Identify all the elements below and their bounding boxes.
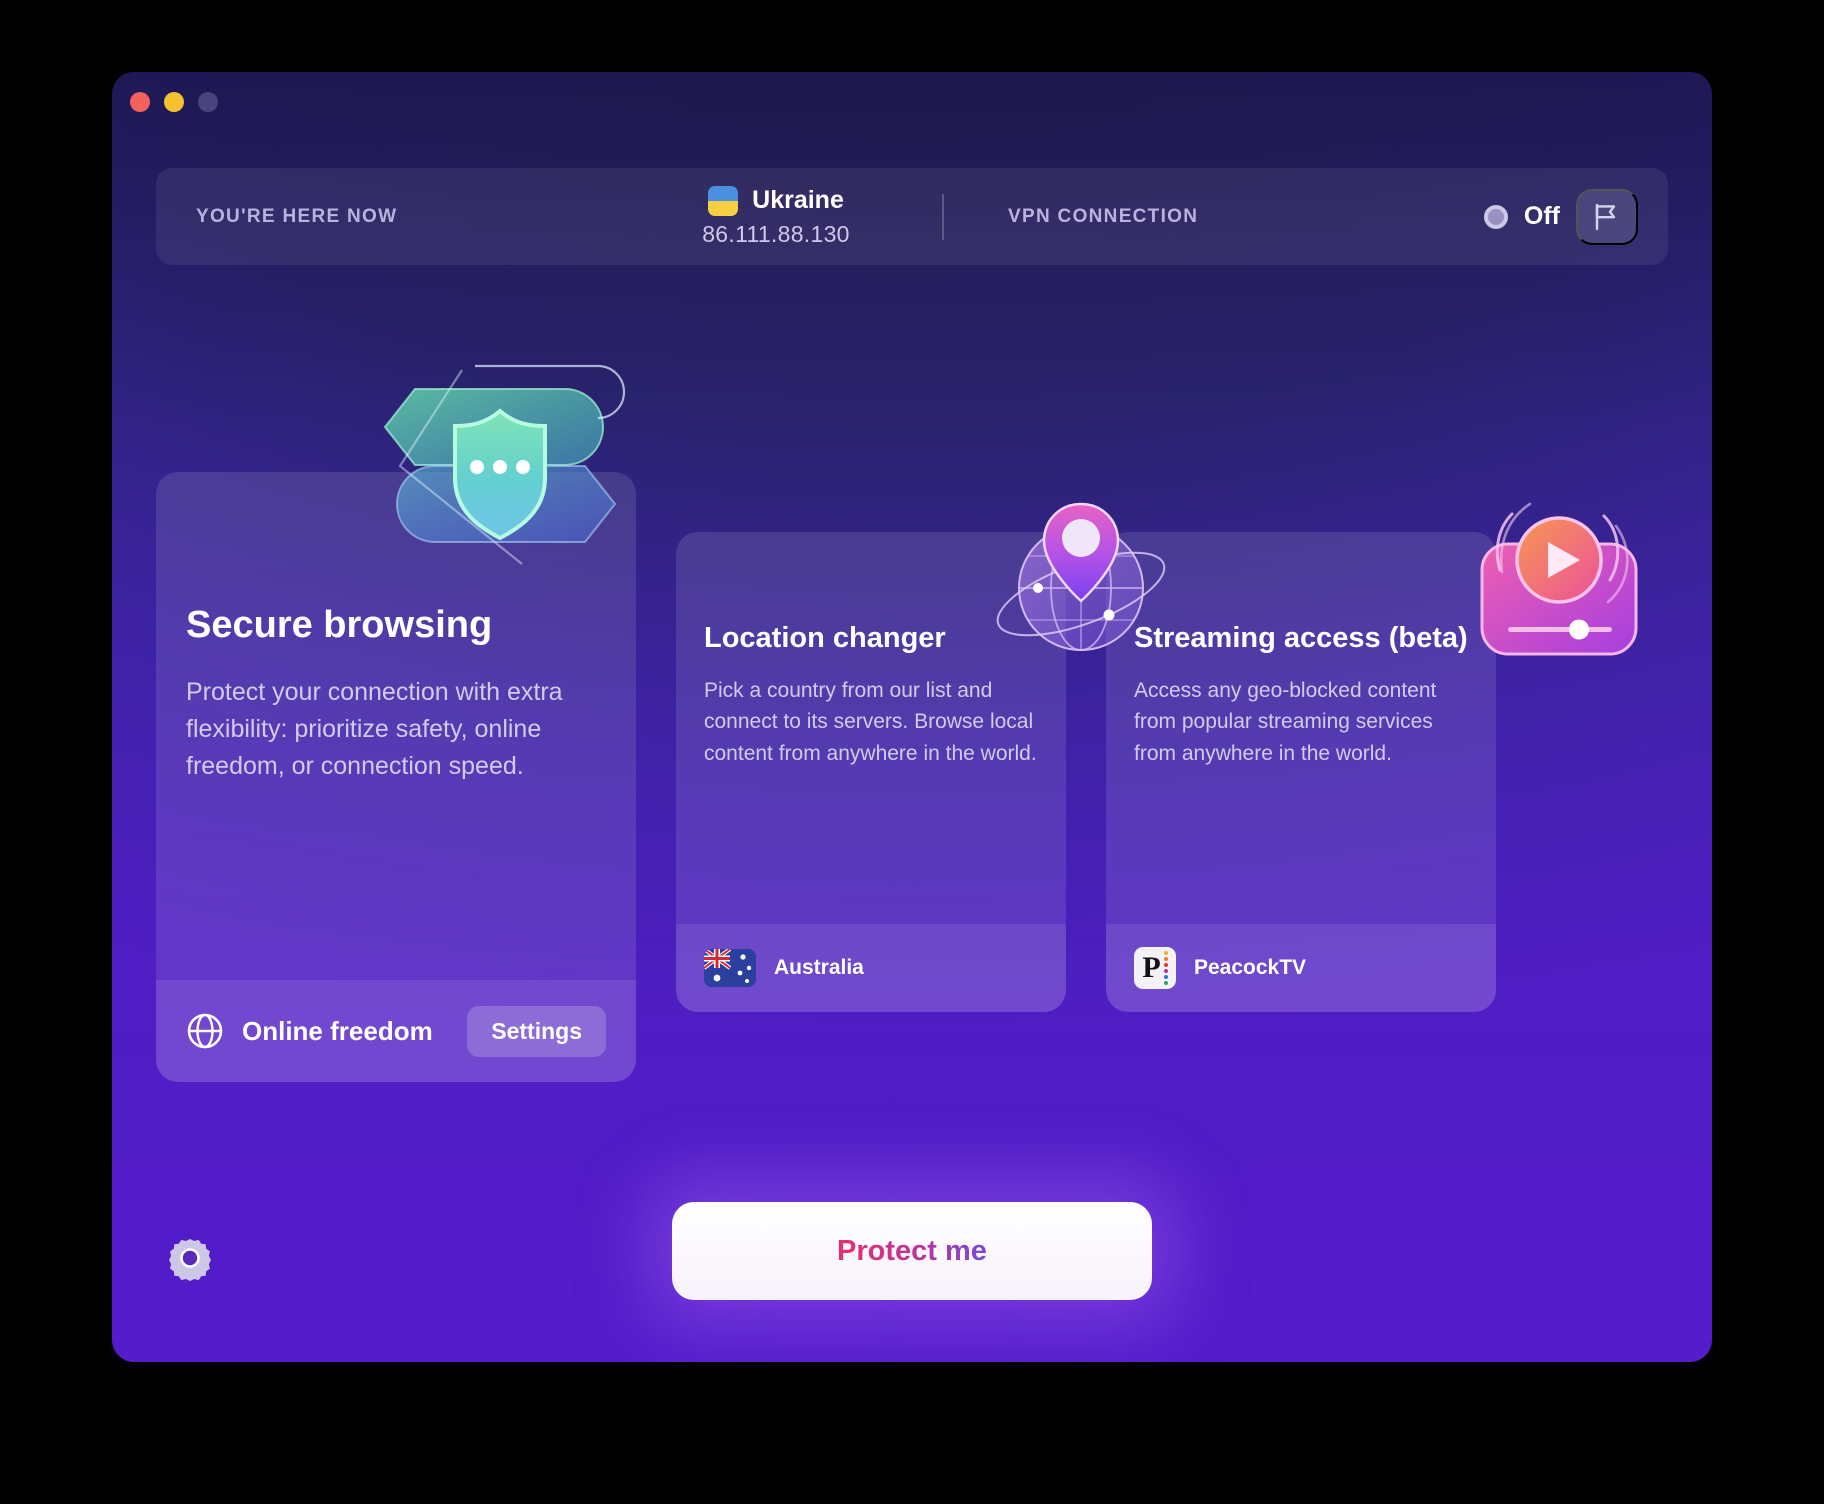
vpn-connection-label: VPN CONNECTION bbox=[1008, 205, 1199, 227]
card-footer[interactable]: Australia bbox=[676, 924, 1066, 1012]
card-footer-label: Online freedom bbox=[242, 1015, 433, 1046]
status-divider bbox=[942, 194, 944, 240]
app-window: YOU'RE HERE NOW Ukraine 86.111.88.130 VP… bbox=[112, 72, 1712, 1362]
protect-me-label: Protect me bbox=[837, 1234, 987, 1267]
flag-icon bbox=[1595, 203, 1616, 230]
card-footer-label: PeacockTV bbox=[1194, 956, 1307, 979]
close-button[interactable] bbox=[130, 92, 150, 112]
country-name: Ukraine bbox=[752, 186, 844, 214]
vpn-state-indicator bbox=[1483, 204, 1508, 229]
flag-button[interactable] bbox=[1576, 188, 1638, 245]
minimize-button[interactable] bbox=[164, 92, 184, 112]
current-location[interactable]: Ukraine 86.111.88.130 bbox=[626, 185, 926, 248]
card-description: Protect your connection with extra flexi… bbox=[186, 677, 563, 780]
vpn-toggle-group: Off bbox=[1483, 188, 1638, 245]
window-controls bbox=[130, 92, 218, 112]
ip-address: 86.111.88.130 bbox=[702, 220, 850, 247]
card-title: Streaming access (beta) bbox=[1134, 622, 1468, 654]
vpn-state-label: Off bbox=[1523, 202, 1560, 230]
media-player-icon bbox=[1464, 492, 1654, 667]
australia-flag-icon bbox=[704, 949, 756, 987]
card-description: Pick a country from our list and connect… bbox=[704, 679, 1037, 765]
gear-icon bbox=[169, 1239, 211, 1281]
zoom-button[interactable] bbox=[198, 92, 218, 112]
card-footer-label: Australia bbox=[774, 956, 864, 979]
globe-icon bbox=[187, 1013, 223, 1049]
card-footer[interactable]: P PeacockTV bbox=[1106, 924, 1496, 1012]
protect-me-button[interactable]: Protect me bbox=[672, 1202, 1152, 1300]
card-footer: Online freedom Settings bbox=[156, 980, 636, 1082]
shield-lock-icon bbox=[370, 354, 630, 584]
card-description: Access any geo-blocked content from popu… bbox=[1134, 679, 1437, 765]
app-settings-button[interactable] bbox=[164, 1232, 216, 1284]
peacocktv-logo-icon: P bbox=[1134, 947, 1176, 989]
globe-pin-icon bbox=[988, 484, 1178, 674]
primary-action-wrap: Protect me bbox=[672, 1202, 1152, 1300]
ukraine-flag-icon bbox=[708, 185, 739, 216]
here-now-label: YOU'RE HERE NOW bbox=[196, 205, 398, 227]
settings-button[interactable]: Settings bbox=[467, 1005, 606, 1057]
status-bar: YOU'RE HERE NOW Ukraine 86.111.88.130 VP… bbox=[156, 168, 1668, 265]
card-title: Secure browsing bbox=[186, 604, 493, 646]
